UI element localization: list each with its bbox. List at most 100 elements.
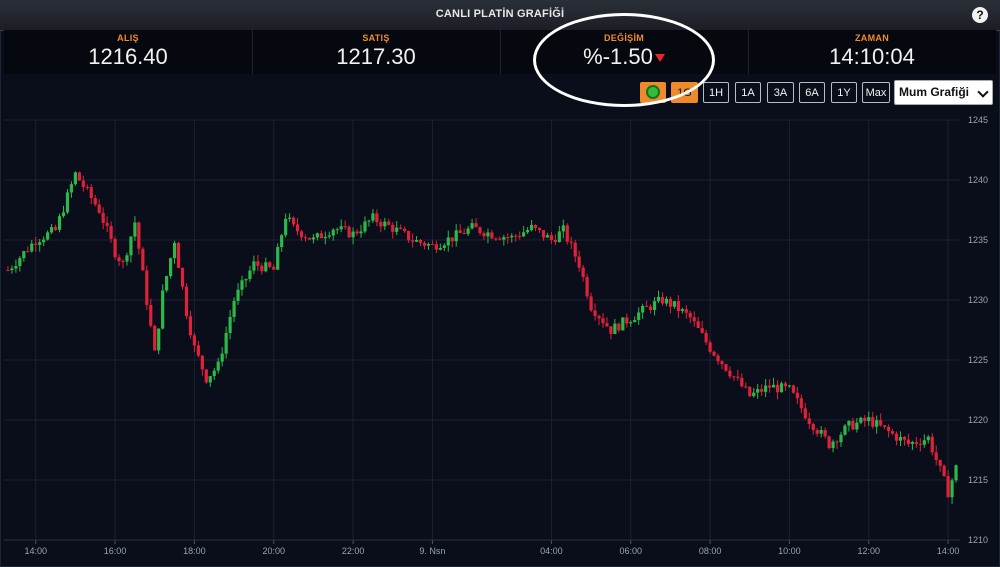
candle-body (410, 240, 415, 242)
candle-body (910, 442, 914, 444)
candle-body (486, 232, 490, 237)
candle-body (172, 242, 177, 259)
candle-body (291, 217, 296, 225)
candle-body (641, 305, 645, 313)
range-button-1a[interactable]: 1A (735, 82, 761, 103)
candle-body (478, 227, 482, 234)
candle-body (57, 216, 62, 230)
candle-body (561, 225, 565, 232)
candle-body (61, 212, 66, 217)
candle-body (799, 398, 803, 409)
help-icon[interactable]: ? (972, 7, 988, 23)
candle-body (688, 312, 692, 318)
range-button-6a[interactable]: 6A (799, 82, 825, 103)
y-tick-label: 1215 (968, 475, 988, 485)
change-value: %-1.50 (583, 44, 653, 69)
candle-body (395, 227, 399, 232)
candle-body (652, 301, 657, 310)
candle-body (73, 172, 78, 185)
ask-label: SATIŞ (362, 33, 390, 43)
candle-body (514, 235, 518, 237)
y-tick-label: 1210 (968, 535, 988, 545)
candle-body (716, 355, 720, 362)
candle-body (728, 370, 732, 377)
candle-body (914, 442, 918, 444)
change-label: DEĞİŞİM (603, 33, 645, 43)
candle-body (299, 231, 304, 238)
candle-body (764, 385, 768, 392)
candle-body (430, 244, 435, 246)
range-button-1g[interactable]: 1G (671, 82, 698, 103)
candle-body (633, 319, 637, 323)
candle-body (613, 323, 617, 334)
candle-body (867, 417, 871, 422)
candle-body (38, 242, 42, 245)
candle-body (803, 408, 807, 419)
candle-body (625, 317, 629, 324)
candle-body (843, 425, 847, 435)
candle-body (335, 229, 339, 231)
candle-body (898, 436, 903, 441)
candle-body (311, 237, 316, 240)
candle-body (407, 231, 411, 241)
candle-body (518, 236, 522, 238)
range-button-3a[interactable]: 3A (767, 82, 794, 103)
candle-body (184, 286, 189, 317)
candle-body (232, 300, 236, 317)
time-label: ZAMAN (855, 33, 889, 43)
candle-body (676, 301, 680, 312)
range-button-max[interactable]: Max (862, 82, 890, 103)
x-tick-label: 14:00 (937, 546, 960, 556)
range-button-1h[interactable]: 1H (703, 82, 729, 103)
candle-body (284, 218, 288, 236)
candle-body (894, 433, 899, 441)
candle-body (537, 227, 542, 231)
chart-toolbar: 1G 1H 1A 3A 6A 1Y Max Mum Grafiği (0, 74, 1000, 112)
candle-body (196, 345, 200, 356)
candle-body (14, 265, 18, 269)
candle-body (879, 420, 883, 426)
candle-body (343, 226, 347, 228)
candle-body (462, 233, 466, 235)
candle-body (700, 327, 704, 333)
candle-body (490, 232, 494, 239)
candle-body (204, 369, 208, 383)
candle-body (890, 431, 895, 434)
candle-body (50, 227, 54, 233)
candle-body (506, 237, 510, 239)
candle-body (323, 236, 327, 239)
candle-body (414, 239, 419, 242)
candle-body (276, 247, 280, 270)
candle-body (303, 237, 308, 239)
candle-body (736, 376, 740, 378)
candle-body (355, 231, 359, 234)
candle-body (307, 237, 312, 240)
down-arrow-icon (654, 54, 665, 63)
candle-body (399, 227, 403, 229)
y-tick-label: 1245 (968, 115, 988, 125)
chart-type-select[interactable]: Mum Grafiği (894, 80, 993, 105)
range-button-1y[interactable]: 1Y (831, 82, 857, 103)
candle-body (470, 223, 474, 229)
candle-body (260, 265, 264, 272)
candle-body (585, 277, 589, 297)
candle-body (200, 355, 204, 370)
candle-body (672, 301, 676, 307)
candle-body (783, 383, 788, 387)
candle-body (18, 258, 22, 266)
candle-body (549, 235, 554, 241)
candle-body (541, 230, 546, 238)
candle-body (557, 231, 561, 243)
candle-body (272, 266, 276, 270)
candle-body (589, 296, 593, 311)
candle-body (954, 465, 958, 481)
candle-body (391, 224, 395, 232)
live-toggle-button[interactable] (640, 82, 666, 103)
candle-body (807, 418, 811, 424)
candle-body (327, 235, 331, 237)
y-tick-label: 1230 (968, 295, 988, 305)
candle-body (748, 386, 752, 397)
candle-body (450, 237, 454, 242)
candle-body (740, 377, 744, 387)
y-tick-label: 1235 (968, 235, 988, 245)
